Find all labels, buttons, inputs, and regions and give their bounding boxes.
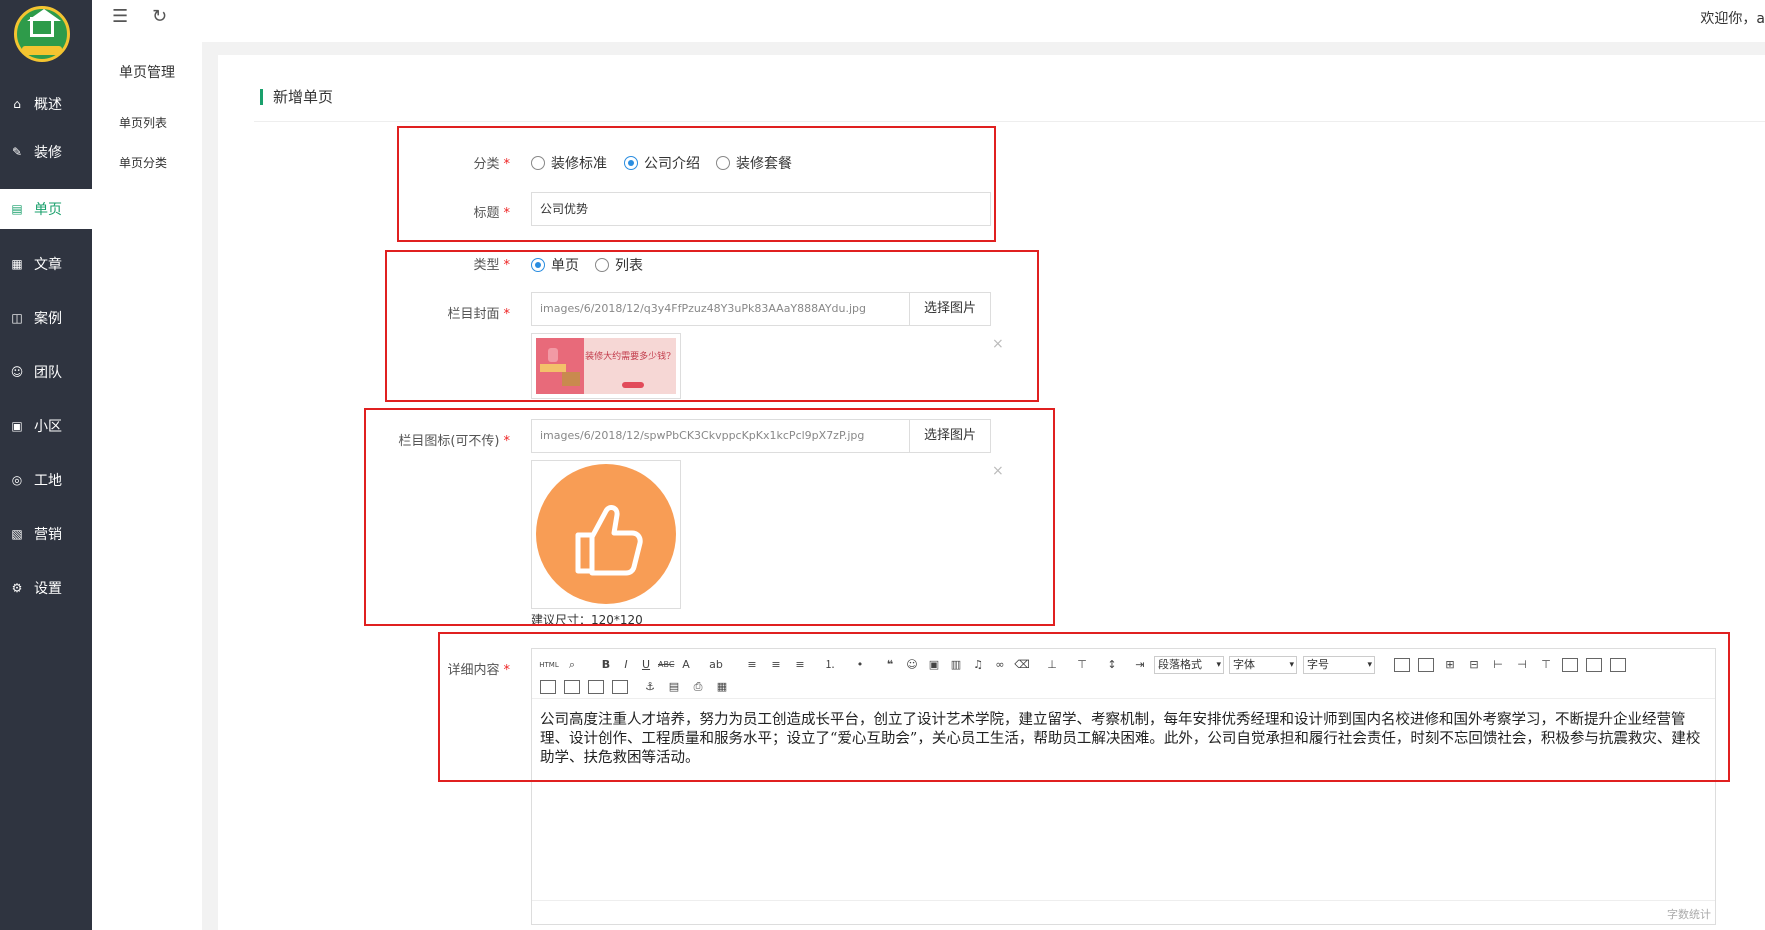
sidebar-item-site[interactable]: ◎ 工地 xyxy=(0,460,92,500)
sidebar-item-label: 单页 xyxy=(34,202,62,218)
subnav-item-page-category[interactable]: 单页分类 xyxy=(119,154,167,171)
sidebar-item-marketing[interactable]: ▧ 营销 xyxy=(0,514,92,554)
menu-toggle-icon[interactable]: ☰ xyxy=(112,6,128,27)
home-icon: ⌂ xyxy=(13,97,21,111)
sidebar-item-label: 团队 xyxy=(34,365,62,381)
annotation-box-content xyxy=(438,632,1730,782)
layout-icon: ◫ xyxy=(11,311,23,325)
brush-icon: ✎ xyxy=(11,145,23,159)
page-icon: ▤ xyxy=(11,202,23,216)
annotation-box-cover xyxy=(385,250,1039,402)
building-icon: ▣ xyxy=(11,419,23,433)
sidebar-item-label: 工地 xyxy=(34,473,62,489)
editor-footer: 字数统计 xyxy=(532,900,1715,924)
user-icon: ☺ xyxy=(10,365,24,379)
brand-logo[interactable] xyxy=(14,6,70,62)
welcome-text: 欢迎你，a xyxy=(1700,11,1765,27)
sidebar-item-articles[interactable]: ▦ 文章 xyxy=(0,244,92,284)
subnav-item-page-list[interactable]: 单页列表 xyxy=(119,114,167,131)
subnav-title: 单页管理 xyxy=(119,65,175,81)
sidebar-item-single-page[interactable]: ▤ 单页 xyxy=(0,189,92,229)
top-bar: ☰ ↻ 欢迎你，a xyxy=(92,0,1765,42)
grid-icon: ▦ xyxy=(11,257,23,271)
sidebar-item-label: 文章 xyxy=(34,257,62,273)
sidebar-item-label: 营销 xyxy=(34,527,62,543)
annotation-box-category xyxy=(397,126,996,242)
sidebar-item-label: 案例 xyxy=(34,311,62,327)
sidebar-item-label: 小区 xyxy=(34,419,62,435)
sidebar-item-label: 装修 xyxy=(34,145,62,161)
annotation-box-icon xyxy=(364,408,1055,626)
sidebar-item-label: 概述 xyxy=(34,97,62,113)
location-icon: ◎ xyxy=(11,473,23,487)
sidebar-item-community[interactable]: ▣ 小区 xyxy=(0,406,92,446)
marketing-icon: ▧ xyxy=(11,527,23,541)
refresh-icon[interactable]: ↻ xyxy=(152,6,167,27)
page-title: 新增单页 xyxy=(260,89,333,105)
sidebar-item-decoration[interactable]: ✎ 装修 xyxy=(0,132,92,172)
sub-sidebar: 单页管理 单页列表 单页分类 xyxy=(92,0,202,930)
sidebar-item-team[interactable]: ☺ 团队 xyxy=(0,352,92,392)
main-sidebar: ⌂ 概述 ✎ 装修 ▤ 单页 ▦ 文章 ◫ 案例 ☺ 团队 ▣ 小区 ◎ 工地 … xyxy=(0,0,92,930)
gear-icon: ⚙ xyxy=(11,581,23,595)
sidebar-item-cases[interactable]: ◫ 案例 xyxy=(0,298,92,338)
word-count: 字数统计 xyxy=(1667,908,1711,921)
sidebar-item-overview[interactable]: ⌂ 概述 xyxy=(0,84,92,124)
sidebar-item-settings[interactable]: ⚙ 设置 xyxy=(0,568,92,608)
divider xyxy=(254,121,1765,122)
sidebar-item-label: 设置 xyxy=(34,581,62,597)
